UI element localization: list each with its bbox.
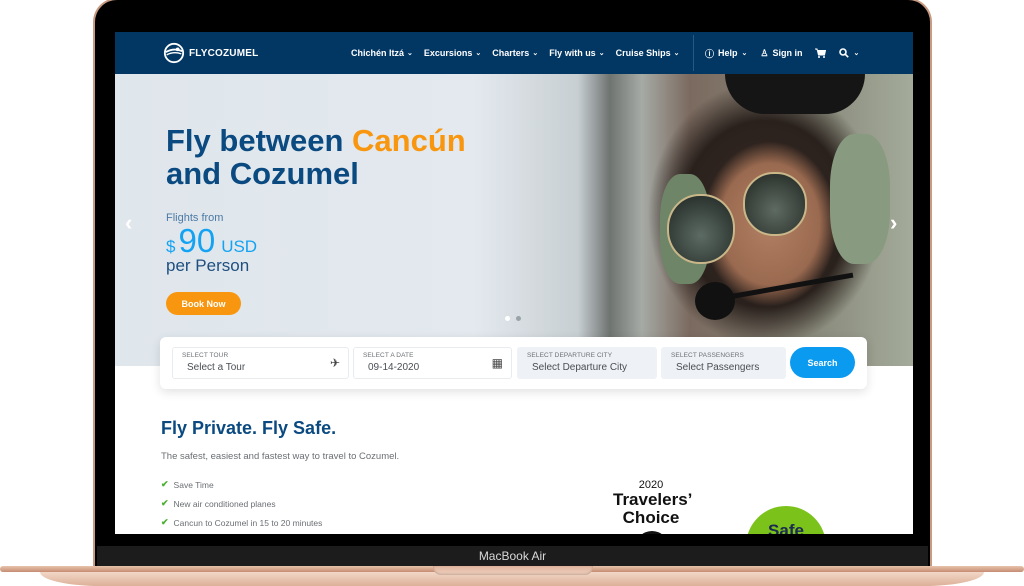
search-button[interactable]: Search bbox=[790, 347, 855, 378]
hero-photo-sunglasses bbox=[667, 194, 735, 264]
menu-item-label: Fly with us bbox=[549, 48, 596, 58]
departure-city-label: SELECT DEPARTURE CITY bbox=[527, 352, 613, 359]
menu-item-charters[interactable]: Charters ⌄ bbox=[492, 48, 538, 58]
price-display: $ 90 USD bbox=[166, 222, 257, 260]
browser-screen: FLYCOZUMEL Chichén Itzá ⌄ Excursions ⌄ C… bbox=[115, 32, 913, 534]
menu-item-label: Cruise Ships bbox=[615, 48, 671, 58]
sign-in-link[interactable]: ♙ Sign in bbox=[760, 48, 802, 59]
date-picker[interactable]: SELECT A DATE 09-14-2020 ▦ bbox=[353, 347, 512, 379]
search-toggle[interactable]: ⌄ bbox=[839, 48, 859, 58]
carousel-prev-icon[interactable]: ‹ bbox=[125, 210, 132, 236]
search-icon bbox=[839, 48, 850, 58]
section-title: Fly Private. Fly Safe. bbox=[161, 418, 337, 438]
help-label: Help bbox=[718, 48, 738, 58]
nav-divider bbox=[693, 35, 694, 71]
hero-carousel: Fly between Cancún and Cozumel Flights f… bbox=[115, 74, 913, 366]
check-icon: ✔ bbox=[161, 498, 169, 508]
device-label: MacBook Air bbox=[97, 546, 928, 566]
laptop-thumb-notch bbox=[433, 566, 593, 575]
chevron-down-icon: ⌄ bbox=[673, 50, 680, 57]
menu-item-cruise-ships[interactable]: Cruise Ships ⌄ bbox=[616, 48, 680, 58]
laptop-base bbox=[0, 566, 1024, 586]
hero-title-prefix: Fly between bbox=[166, 123, 353, 158]
booking-search-panel: SELECT TOUR Select a Tour ✈ SELECT A DAT… bbox=[160, 337, 867, 389]
user-icon: ♙ bbox=[760, 47, 769, 58]
chevron-down-icon: ⌄ bbox=[475, 50, 482, 57]
passengers-select[interactable]: SELECT PASSENGERS Select Passengers bbox=[661, 347, 786, 379]
hero-title-line2: and Cozumel bbox=[166, 156, 359, 191]
help-icon: ⓘ bbox=[705, 48, 715, 59]
travelers-choice-badge: 2020 Travelers’ Choice bbox=[613, 479, 693, 534]
hero-photo-headband bbox=[725, 74, 865, 114]
carousel-dot-2[interactable] bbox=[516, 316, 521, 321]
hero-photo-headset bbox=[830, 134, 890, 264]
passengers-value: Select Passengers bbox=[676, 362, 760, 373]
currency-symbol: $ bbox=[166, 237, 176, 256]
check-icon: ✔ bbox=[161, 479, 169, 489]
cart-icon bbox=[815, 48, 827, 58]
book-now-button[interactable]: Book Now bbox=[166, 292, 241, 315]
hero-title-accent: Cancún bbox=[352, 123, 466, 158]
help-menu[interactable]: ⓘ Help ⌄ bbox=[705, 47, 747, 60]
menu-item-fly-with-us[interactable]: Fly with us ⌄ bbox=[549, 48, 604, 58]
feature-list: ✔ Save Time ✔ New air conditioned planes… bbox=[161, 475, 322, 532]
top-navigation: FLYCOZUMEL Chichén Itzá ⌄ Excursions ⌄ C… bbox=[115, 32, 913, 74]
chevron-down-icon: ⌄ bbox=[532, 50, 539, 57]
tour-select-value: Select a Tour bbox=[187, 362, 246, 373]
chevron-down-icon: ⌄ bbox=[598, 50, 605, 57]
brand-name: FLYCOZUMEL bbox=[189, 47, 259, 59]
award-line2: Choice bbox=[622, 508, 680, 527]
per-person-label: per Person bbox=[166, 256, 250, 275]
menu-item-chichen-itza[interactable]: Chichén Itzá ⌄ bbox=[351, 48, 413, 58]
sign-in-label: Sign in bbox=[772, 48, 803, 58]
hero-photo-mic-boom bbox=[719, 272, 854, 301]
hero-title: Fly between Cancún and Cozumel bbox=[166, 124, 466, 190]
check-icon: ✔ bbox=[161, 517, 169, 527]
feature-text: New air conditioned planes bbox=[173, 498, 276, 509]
cart-button[interactable] bbox=[815, 48, 827, 58]
price-amount: 90 bbox=[178, 222, 216, 259]
utility-menu: ⓘ Help ⌄ ♙ Sign in ⌄ bbox=[705, 32, 859, 74]
feature-text: Save Time bbox=[173, 479, 214, 490]
carousel-next-icon[interactable]: › bbox=[890, 210, 897, 236]
hero-photo-mic bbox=[695, 282, 735, 320]
feature-item: ✔ Cancun to Cozumel in 15 to 20 minutes bbox=[161, 513, 322, 532]
menu-item-label: Excursions bbox=[423, 48, 473, 58]
brand-logo[interactable]: FLYCOZUMEL bbox=[163, 42, 258, 64]
feature-item: ✔ Save Time bbox=[161, 475, 322, 494]
passengers-label: SELECT PASSENGERS bbox=[671, 352, 744, 359]
award-line1: Travelers’ bbox=[613, 490, 693, 509]
tour-select-label: SELECT TOUR bbox=[182, 352, 229, 359]
carousel-indicators bbox=[505, 316, 521, 321]
currency-code: USD bbox=[221, 237, 258, 256]
carousel-dot-1[interactable] bbox=[505, 316, 510, 321]
chevron-down-icon: ⌄ bbox=[741, 50, 748, 57]
chevron-down-icon: ⌄ bbox=[853, 50, 860, 57]
logo-icon bbox=[163, 42, 185, 64]
tour-select[interactable]: SELECT TOUR Select a Tour ✈ bbox=[172, 347, 349, 379]
menu-item-label: Chichén Itzá bbox=[351, 48, 405, 58]
departure-city-value: Select Departure City bbox=[532, 362, 628, 373]
safe-travels-badge: Safe bbox=[746, 506, 826, 534]
hero-photo-sunglasses bbox=[743, 172, 807, 236]
date-picker-label: SELECT A DATE bbox=[363, 352, 414, 359]
airplane-icon: ✈ bbox=[329, 356, 340, 370]
date-picker-value: 09-14-2020 bbox=[368, 362, 420, 373]
feature-item: ✔ New air conditioned planes bbox=[161, 494, 322, 513]
calendar-icon: ▦ bbox=[491, 356, 503, 370]
section-subtitle: The safest, easiest and fastest way to t… bbox=[161, 451, 400, 462]
departure-city-select[interactable]: SELECT DEPARTURE CITY Select Departure C… bbox=[517, 347, 657, 379]
chevron-down-icon: ⌄ bbox=[407, 50, 413, 57]
feature-text: Cancun to Cozumel in 15 to 20 minutes bbox=[173, 517, 323, 528]
owl-logo-icon bbox=[635, 531, 669, 534]
main-menu: Chichén Itzá ⌄ Excursions ⌄ Charters ⌄ F… bbox=[351, 32, 679, 74]
menu-item-excursions[interactable]: Excursions ⌄ bbox=[424, 48, 481, 58]
menu-item-label: Charters bbox=[492, 48, 530, 58]
